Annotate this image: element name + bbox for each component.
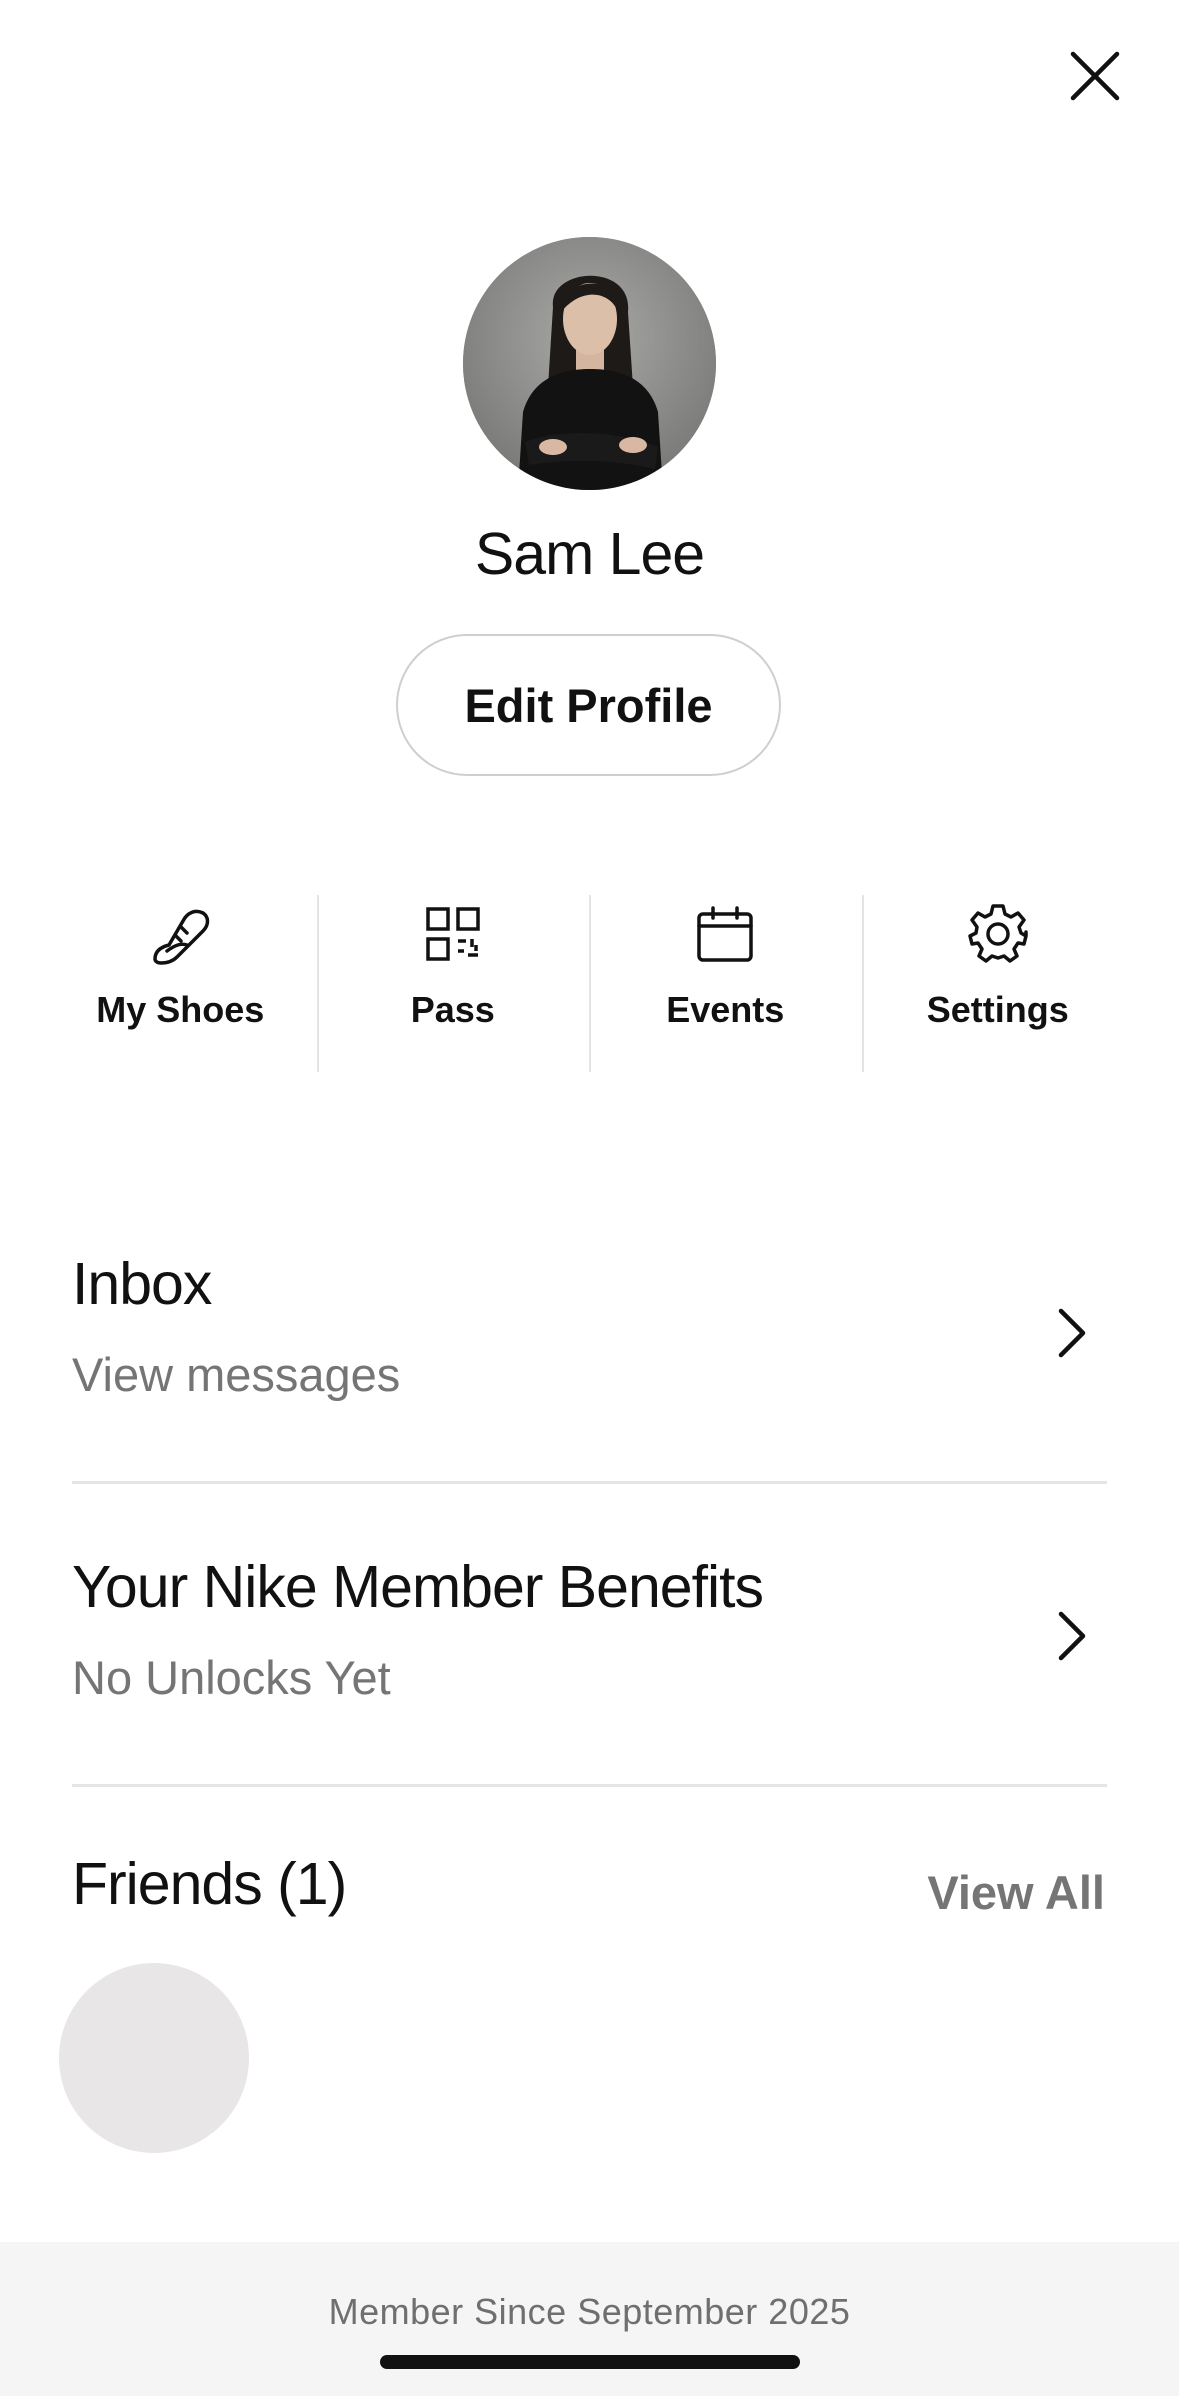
- inbox-title: Inbox: [72, 1251, 212, 1317]
- profile-avatar[interactable]: [463, 237, 716, 490]
- view-all-friends-link[interactable]: View All: [927, 1865, 1105, 1920]
- chevron-right-icon: [1058, 1611, 1086, 1661]
- pass-button[interactable]: Pass: [316, 895, 590, 1072]
- my-shoes-label: My Shoes: [96, 989, 265, 1030]
- events-button[interactable]: Events: [589, 895, 862, 1072]
- edit-profile-button[interactable]: Edit Profile: [396, 634, 781, 776]
- close-icon: [1070, 51, 1120, 101]
- member-benefits-row[interactable]: Your Nike Member Benefits No Unlocks Yet: [72, 1553, 1107, 1713]
- qr-code-icon: [426, 907, 480, 961]
- my-shoes-button[interactable]: My Shoes: [44, 895, 317, 1072]
- events-label: Events: [666, 989, 785, 1030]
- calendar-icon: [697, 906, 753, 962]
- close-button[interactable]: [1055, 36, 1135, 116]
- profile-photo: [463, 237, 716, 490]
- member-since-text: Member Since September 2025: [328, 2291, 851, 2332]
- friends-title: Friends (1): [72, 1851, 347, 1917]
- profile-name: Sam Lee: [474, 521, 705, 587]
- member-benefits-subtitle: No Unlocks Yet: [72, 1651, 391, 1704]
- shoe-icon: [153, 909, 210, 965]
- divider: [72, 1784, 1107, 1787]
- divider: [72, 1481, 1107, 1484]
- chevron-right-icon: [1058, 1308, 1086, 1358]
- inbox-row[interactable]: Inbox View messages: [72, 1250, 1107, 1410]
- pass-label: Pass: [410, 989, 495, 1030]
- gear-icon: [968, 904, 1028, 963]
- home-indicator: [380, 2355, 800, 2369]
- settings-button[interactable]: Settings: [861, 895, 1135, 1072]
- inbox-subtitle: View messages: [72, 1348, 401, 1401]
- friend-avatar[interactable]: [59, 1963, 249, 2153]
- member-benefits-title: Your Nike Member Benefits: [72, 1554, 764, 1620]
- settings-label: Settings: [926, 989, 1069, 1030]
- quick-actions: My Shoes Pass Events Settings: [44, 895, 1134, 1072]
